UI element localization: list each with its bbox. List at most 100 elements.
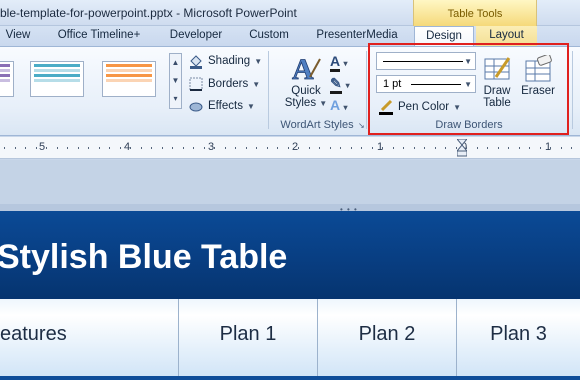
ruler-tick: [498, 147, 499, 149]
editing-workspace: [0, 160, 580, 205]
ruler-tick: [183, 147, 184, 149]
ruler-tick: [561, 147, 562, 149]
ruler-tick: [235, 147, 236, 149]
tab-custom[interactable]: Custom: [243, 26, 295, 46]
table-header-cell-plan-1[interactable]: Plan 1: [179, 299, 318, 380]
ruler-tick: [246, 147, 247, 149]
shading-label: Shading: [208, 55, 251, 67]
ruler-tick: [487, 147, 488, 149]
shading-button[interactable]: Shading ▼: [188, 51, 262, 71]
text-outline-button[interactable]: ✎ ▾: [330, 75, 354, 95]
ruler-tick: [67, 147, 68, 149]
ruler-tick: [120, 147, 121, 149]
effects-icon: [188, 98, 204, 114]
table-tools-context-label: Table Tools: [413, 0, 537, 26]
text-effects-icon: A: [330, 97, 340, 113]
ruler-tick: [435, 147, 436, 149]
ruler-tick: [99, 147, 100, 149]
effects-button[interactable]: Effects ▼: [188, 96, 255, 116]
ruler-tick: [424, 147, 425, 149]
ruler-tick: [225, 147, 226, 149]
ruler-tick: [162, 147, 163, 149]
ribbon-separator: [366, 51, 367, 129]
table-header-cell-plan-2[interactable]: Plan 2: [318, 299, 457, 380]
borders-button[interactable]: Borders ▼: [188, 74, 260, 94]
ruler-tick: [288, 147, 289, 149]
slide-canvas[interactable]: Stylish Blue Table eatures Plan 1 Plan 2…: [0, 211, 580, 380]
ruler-tick: [151, 147, 152, 149]
pencil-outline-icon: ✎: [330, 75, 342, 94]
ruler-tick: [571, 147, 572, 149]
table-header-row[interactable]: eatures Plan 1 Plan 2 Plan 3: [0, 299, 580, 380]
ruler-tick: [477, 147, 478, 149]
text-fill-button[interactable]: A ▾: [330, 53, 354, 73]
table-border-line: [0, 376, 580, 380]
ruler-tick: [361, 147, 362, 149]
ruler-tick: [25, 147, 26, 149]
title-bar: ble-template-for-powerpoint.pptx - Micro…: [0, 0, 580, 26]
svg-text:A: A: [292, 53, 314, 83]
ruler-tick: [88, 147, 89, 149]
borders-icon: [188, 76, 204, 92]
ruler-tick: [78, 147, 79, 149]
ruler-tick: [351, 147, 352, 149]
pane-splitter[interactable]: • • •: [0, 204, 580, 214]
quick-styles-label-1: Quick: [291, 85, 321, 97]
table-styles-gallery-scroll[interactable]: ▲ ▼ ▾: [169, 53, 182, 109]
ruler-tick: [445, 147, 446, 149]
ruler-tick: [540, 147, 541, 149]
text-effects-button[interactable]: A ▾: [330, 97, 354, 117]
horizontal-ruler[interactable]: 5 4 3 2 1 0 1: [0, 137, 580, 159]
wordart-styles-group-label: WordArt Styles: [280, 119, 354, 131]
ruler-tick: [172, 147, 173, 149]
table-header-cell-plan-3[interactable]: Plan 3: [457, 299, 580, 380]
ruler-tick: [204, 147, 205, 149]
ruler-tick: [57, 147, 58, 149]
table-header-cell-features[interactable]: eatures: [0, 299, 179, 380]
table-style-swatch-1[interactable]: [0, 61, 14, 97]
wordart-a-icon: A: [284, 53, 328, 86]
ruler-tick: [298, 147, 299, 149]
quick-styles-button[interactable]: A Quick Styles ▼: [284, 53, 328, 109]
ruler-tick: [372, 147, 373, 149]
ruler-tick: [466, 147, 467, 149]
slide-title-banner: Stylish Blue Table: [0, 211, 580, 299]
quick-styles-label-2: Styles ▼: [284, 97, 328, 109]
table-style-swatch-2[interactable]: [30, 61, 84, 97]
ruler-tick: [130, 147, 131, 149]
ribbon-separator: [572, 51, 573, 129]
ruler-tick: [267, 147, 268, 149]
ribbon-separator: [268, 51, 269, 129]
ruler-tick: [15, 147, 16, 149]
ruler-tick: [214, 147, 215, 149]
slide-title[interactable]: Stylish Blue Table: [0, 238, 287, 277]
ruler-tick: [36, 147, 37, 149]
dialog-launcher-icon[interactable]: ↘: [358, 121, 365, 130]
window-title: ble-template-for-powerpoint.pptx - Micro…: [0, 6, 297, 20]
ruler-tick: [319, 147, 320, 149]
ruler-tick: [277, 147, 278, 149]
ruler-tick: [414, 147, 415, 149]
ruler-tick: [508, 147, 509, 149]
ruler-tick: [4, 147, 5, 149]
ruler-tick: [46, 147, 47, 149]
chevron-down-icon: ▼: [254, 56, 263, 66]
ruler-tick: [256, 147, 257, 149]
ruler-tick: [309, 147, 310, 149]
borders-label: Borders: [208, 78, 249, 90]
chevron-down-icon: ▼: [252, 79, 261, 89]
ruler-tick: [403, 147, 404, 149]
ruler-tick: [382, 147, 383, 149]
ruler-tick: [330, 147, 331, 149]
tab-view[interactable]: View: [0, 26, 36, 46]
ruler-number: 5: [39, 141, 46, 153]
ruler-tick: [393, 147, 394, 149]
ruler-tick: [550, 147, 551, 149]
table-style-swatch-3[interactable]: [102, 61, 156, 97]
tab-developer[interactable]: Developer: [160, 26, 232, 46]
ruler-tick: [340, 147, 341, 149]
ruler-tick: [529, 147, 530, 149]
paint-bucket-icon: [188, 53, 204, 69]
tab-office-timeline[interactable]: Office Timeline+: [50, 26, 148, 46]
ruler-tick: [109, 147, 110, 149]
